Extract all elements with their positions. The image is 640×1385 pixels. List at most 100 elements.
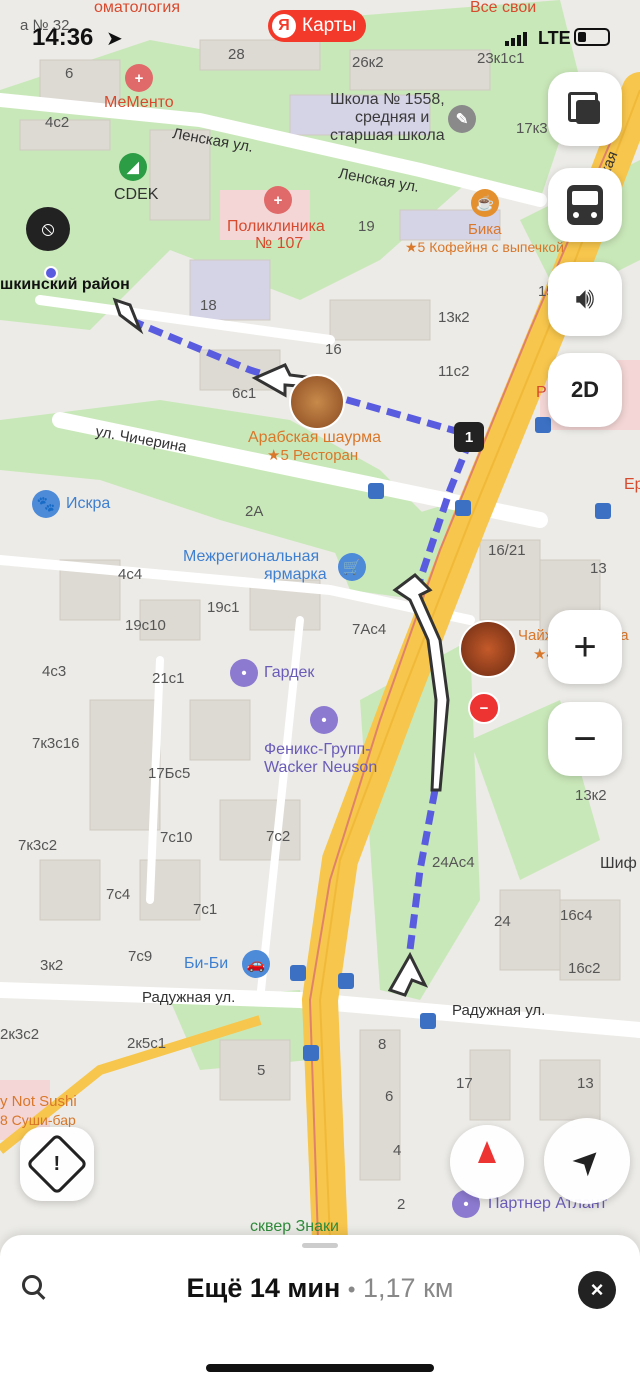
poi-dot-icon[interactable]: • [230,659,258,687]
shawarma-photo-pin[interactable] [289,374,345,430]
building-number: 16/21 [488,542,526,559]
report-button[interactable]: ! [20,1127,94,1201]
plus-icon: + [573,624,597,669]
building-number: 19с10 [125,617,166,634]
street-label: Радужная ул. [452,1002,546,1019]
poi-dot-icon[interactable]: • [310,706,338,734]
building-number: 7с9 [128,948,153,965]
building-number: 13 [590,560,607,577]
map-canvas[interactable] [0,0,640,1385]
building-number: 21с1 [152,670,185,687]
poi-label-bika: Бика [468,221,502,238]
sound-button[interactable]: 🔊︎ [548,262,622,336]
building-number: 6 [385,1088,394,1105]
building-number: 2 [397,1196,406,1213]
building-number: 4 [393,1142,402,1159]
poi-label-bibi: Би-Би [184,955,229,972]
building-number: 7к3с2 [18,837,58,854]
street-label: Радужная ул. [142,989,236,1006]
no-entry-icon[interactable]: − [468,692,500,724]
chaikhana-photo-pin[interactable] [459,620,517,678]
compass-button[interactable] [450,1125,524,1199]
destination-dot [44,266,58,280]
app-badge[interactable]: Я Карты [268,10,367,42]
poi-label-er: Ер [624,476,640,493]
building-number: 24 [494,913,511,930]
battery-icon [574,28,610,46]
building-number: 24Ас4 [432,854,475,871]
building-number: 6с1 [232,385,257,402]
building-number: 13к2 [438,309,470,326]
warning-icon: ! [25,1132,89,1196]
poi-label-bika-sub: ★5 Кофейня с выпечкой [405,239,564,255]
poi-label-sushi: y Not Sushi [0,1093,77,1110]
building-number: 7с4 [106,886,131,903]
poi-label-square: сквер Знаки [250,1218,339,1235]
building-number: 7с1 [193,901,218,918]
poi-label-polyclinic: Поликлиника [227,218,325,235]
building-number: 17к3 [516,120,548,137]
remaining-distance: 1,17 км [363,1273,454,1303]
poi-label-iskra: Искра [66,495,111,512]
building-number: 7к3с16 [32,735,80,752]
view-mode-label: 2D [570,377,600,402]
transport-button[interactable] [548,168,622,242]
yandex-logo-icon: Я [272,14,296,38]
building-number: 7с10 [160,829,193,846]
car-icon[interactable]: 🚗 [242,950,270,978]
layers-icon [568,92,602,126]
building-number: 13к2 [575,787,607,804]
poi-label-shawarma: Арабская шаурма [248,429,381,446]
poi-label-phoenix: Феникс-Групп- [264,741,371,758]
building-number: 2к3с2 [0,1026,40,1043]
drag-handle[interactable] [302,1243,338,1248]
minus-icon: − [573,716,597,761]
building-number: 7Ас4 [352,621,387,638]
location-arrow-icon: ➤ [563,1137,611,1185]
maneuver-number-marker[interactable]: 1 [454,422,484,452]
route-bottom-panel[interactable]: Ещё 14 мин • 1,17 км × [0,1235,640,1385]
destination-pin-icon[interactable]: ⦸ [26,207,70,251]
building-number: 4с3 [42,663,67,680]
close-icon: × [590,1277,604,1302]
separator: • [347,1277,356,1302]
layers-button[interactable] [548,72,622,146]
location-arrow-icon: ➤ [106,28,123,50]
poi-label-phoenix: Wacker Neuson [264,759,378,776]
building-number: 16 [325,341,342,358]
my-location-button[interactable]: ➤ [544,1118,630,1204]
building-number: 7с2 [266,828,291,845]
pet-icon[interactable]: 🐾 [32,490,60,518]
compass-icon [478,1141,496,1163]
building-number: 4с4 [118,566,143,583]
shop-icon[interactable]: 🛒 [338,553,366,581]
building-number: 19с1 [207,599,240,616]
zoom-out-button[interactable]: − [548,702,622,776]
speaker-icon: 🔊︎ [575,282,595,315]
poi-label-memento: МеМенто [104,94,174,111]
building-number: 8 [378,1036,387,1053]
poi-label-school: старшая школа [330,127,445,144]
poi-label-school: Школа № 1558, [330,91,445,108]
poi-label-r: Р [536,384,547,401]
building-number: 19 [358,218,375,235]
district-label: шкинский район [0,276,130,293]
building-number: 13 [577,1075,594,1092]
coffee-icon[interactable]: ☕ [471,189,499,217]
status-time: 14:36 [32,24,94,51]
zoom-in-button[interactable]: + [548,610,622,684]
view-mode-button[interactable]: 2D [548,353,622,427]
building-number: 5 [257,1062,266,1079]
cdek-icon[interactable]: ◢ [119,153,147,181]
bus-icon [567,185,603,225]
school-icon[interactable]: ✎ [448,105,476,133]
building-number: 2А [245,503,264,520]
polyclinic-icon[interactable]: + [264,186,292,214]
poi-label-sushi-sub: 8 Суши-бар [0,1112,76,1128]
app-badge-label: Карты [302,15,357,36]
building-number: 4с2 [45,114,70,131]
close-route-button[interactable]: × [578,1271,616,1309]
building-number: 3к2 [40,957,64,974]
poi-label-shif: Шиф [600,855,637,872]
building-number: 18 [200,297,217,314]
